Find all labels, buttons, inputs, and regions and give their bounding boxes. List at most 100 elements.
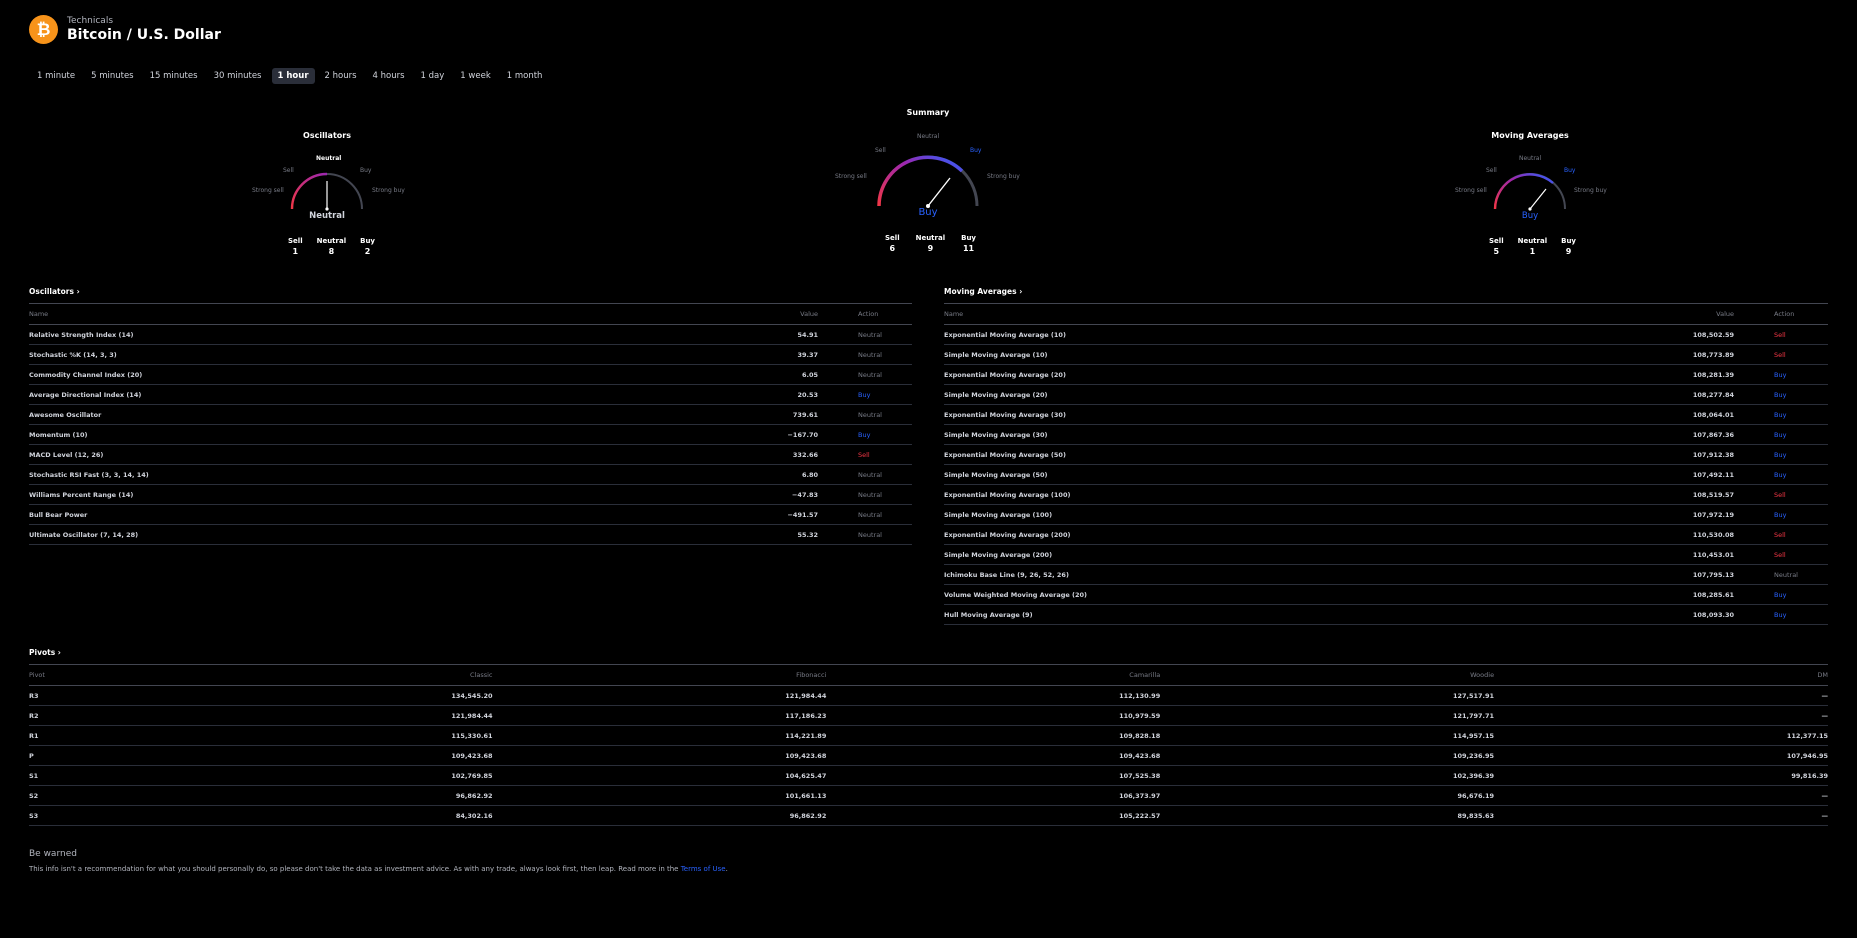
pivot-value: 109,423.68 <box>826 745 1161 766</box>
table-row: Exponential Moving Average (200) 110,530.… <box>944 524 1828 545</box>
interval-tab[interactable]: 1 hour <box>271 68 315 84</box>
interval-tab[interactable]: 1 day <box>415 68 451 84</box>
terms-of-use-link[interactable]: Terms of Use <box>681 865 726 873</box>
interval-tab[interactable]: 1 week <box>454 68 496 84</box>
gauge-counts: Sell 1 Neutral 8 Buy 2 <box>288 237 375 256</box>
indicator-name: Average Directional Index (14) <box>29 384 738 405</box>
indicator-name: Ichimoku Base Line (9, 26, 52, 26) <box>944 564 1654 585</box>
label-neutral: Neutral <box>316 155 342 162</box>
table-row: Commodity Channel Index (20) 6.05 Neutral <box>29 364 912 385</box>
pivot-label: S1 <box>29 765 159 786</box>
table-row: Exponential Moving Average (10) 108,502.5… <box>944 324 1828 345</box>
label-strong-sell: Strong sell <box>835 173 867 180</box>
indicator-value: 55.32 <box>738 524 818 545</box>
interval-tab[interactable]: 30 minutes <box>208 68 268 84</box>
warning-title: Be warned <box>29 849 77 859</box>
pivot-label: R2 <box>29 705 159 726</box>
pivot-value: 107,525.38 <box>826 765 1161 786</box>
pivot-value: 121,984.44 <box>158 705 493 726</box>
table-row: Stochastic RSI Fast (3, 3, 14, 14) 6.80 Ne… <box>29 464 912 485</box>
indicator-name: Simple Moving Average (200) <box>944 544 1654 565</box>
indicator-name: Stochastic RSI Fast (3, 3, 14, 14) <box>29 464 738 485</box>
count-sell: 6 <box>889 244 896 253</box>
count-sell-label: Sell <box>288 237 303 245</box>
indicator-name: Simple Moving Average (10) <box>944 344 1654 365</box>
oscillators-section-link[interactable]: Oscillators › <box>29 287 80 296</box>
indicator-name: Commodity Channel Index (20) <box>29 364 738 385</box>
count-sell-label: Sell <box>885 234 900 242</box>
interval-tab[interactable]: 1 month <box>501 68 549 84</box>
moving-averages-gauge: Moving Averages Strong sell Sell Neutral… <box>1450 131 1610 261</box>
label-strong-buy: Strong buy <box>987 173 1020 180</box>
pivot-value: 109,423.68 <box>158 745 493 766</box>
count-buy: 11 <box>962 244 975 253</box>
label-buy: Buy <box>1564 167 1576 174</box>
table-row: Awesome Oscillator 739.61 Neutral <box>29 404 912 425</box>
indicator-value: 332.66 <box>738 444 818 465</box>
interval-tab[interactable]: 4 hours <box>367 68 411 84</box>
interval-tab[interactable]: 15 minutes <box>144 68 204 84</box>
table-row: Simple Moving Average (10) 108,773.89 Sell <box>944 344 1828 365</box>
interval-tab[interactable]: 2 hours <box>319 68 363 84</box>
pivot-value: 117,186.23 <box>492 705 827 726</box>
pivot-value: 89,835.63 <box>1160 805 1495 826</box>
indicator-action: Buy <box>818 384 912 405</box>
indicator-action: Neutral <box>818 464 912 485</box>
interval-tab[interactable]: 1 minute <box>31 68 81 84</box>
label-strong-sell: Strong sell <box>252 187 284 194</box>
pivot-col-header: Classic <box>158 664 493 686</box>
indicator-value: 107,795.13 <box>1654 564 1734 585</box>
pivot-col-header: Camarilla <box>826 664 1161 686</box>
table-row: Simple Moving Average (200) 110,453.01 Sel… <box>944 544 1828 565</box>
count-buy-label: Buy <box>961 234 976 242</box>
table-row: Simple Moving Average (100) 107,972.19 Buy <box>944 504 1828 525</box>
indicator-action: Sell <box>1734 344 1828 365</box>
interval-tabs: 1 minute 5 minutes 15 minutes 30 minutes 1 h… <box>31 68 548 84</box>
indicator-value: 739.61 <box>738 404 818 425</box>
indicator-action: Neutral <box>818 484 912 505</box>
table-row: Simple Moving Average (50) 107,492.11 Buy <box>944 464 1828 485</box>
indicator-action: Neutral <box>818 504 912 525</box>
pivot-value: 96,862.92 <box>158 785 493 806</box>
indicator-name: Simple Moving Average (50) <box>944 464 1654 485</box>
indicator-action: Buy <box>1734 404 1828 425</box>
indicator-name: Exponential Moving Average (50) <box>944 444 1654 465</box>
count-neutral-label: Neutral <box>316 237 347 245</box>
label-strong-buy: Strong buy <box>372 187 405 194</box>
pivot-label: S3 <box>29 805 159 826</box>
col-action: Action <box>1734 303 1828 325</box>
pivot-col-header: Woodie <box>1160 664 1495 686</box>
indicator-action: Buy <box>1734 364 1828 385</box>
pivot-value: 102,769.85 <box>158 765 493 786</box>
pivot-value: 121,797.71 <box>1160 705 1495 726</box>
col-name: Name <box>29 303 738 325</box>
gauge-title: Oscillators <box>303 131 351 140</box>
indicator-name: Exponential Moving Average (100) <box>944 484 1654 505</box>
gauge-needle <box>927 177 951 207</box>
indicator-action: Buy <box>1734 504 1828 525</box>
gauge-needle <box>1529 188 1547 210</box>
pivot-value: 115,330.61 <box>158 725 493 746</box>
oscillators-gauge: Oscillators Strong sell Sell Neutral Buy… <box>246 131 408 261</box>
table-row: P 109,423.68 109,423.68 109,423.68 109,236.9… <box>29 745 1828 766</box>
interval-tab[interactable]: 5 minutes <box>85 68 140 84</box>
indicator-value: 108,277.84 <box>1654 384 1734 405</box>
indicator-value: 110,453.01 <box>1654 544 1734 565</box>
indicator-name: Awesome Oscillator <box>29 404 738 425</box>
moving-averages-section-link[interactable]: Moving Averages › <box>944 287 1022 296</box>
pivot-label: R1 <box>29 725 159 746</box>
indicator-value: 20.53 <box>738 384 818 405</box>
label-buy: Buy <box>360 167 372 174</box>
pivot-value: 109,828.18 <box>826 725 1161 746</box>
pivot-value: 96,676.19 <box>1160 785 1495 806</box>
gauge-counts: Sell 5 Neutral 1 Buy 9 <box>1489 237 1576 256</box>
indicator-action: Sell <box>818 444 912 465</box>
table-row: S1 102,769.85 104,625.47 107,525.38 102,396.… <box>29 765 1828 786</box>
indicator-value: 54.91 <box>738 324 818 345</box>
summary-gauge: Summary Strong sell Sell Neutral Buy Str… <box>828 108 1028 268</box>
indicator-value: 107,867.36 <box>1654 424 1734 445</box>
pivots-section-link[interactable]: Pivots › <box>29 648 61 657</box>
label-sell: Sell <box>1486 167 1497 174</box>
indicator-name: Exponential Moving Average (10) <box>944 324 1654 345</box>
indicator-action: Sell <box>1734 484 1828 505</box>
